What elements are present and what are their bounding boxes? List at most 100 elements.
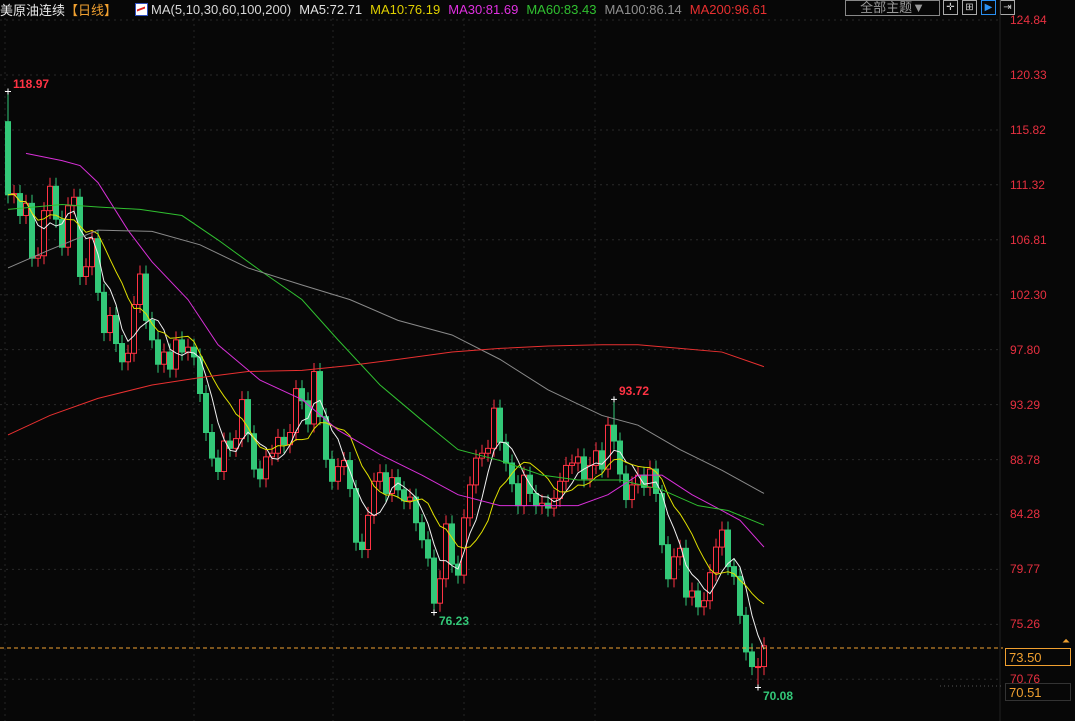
candle-down <box>725 529 731 568</box>
candle-up <box>671 556 677 580</box>
candle-down <box>419 522 425 541</box>
y-tick-label: 120.33 <box>1010 67 1047 82</box>
candle-up <box>719 529 725 548</box>
candle-up <box>125 352 131 363</box>
candle-up <box>689 590 695 598</box>
candle-down <box>749 651 755 668</box>
candle-down <box>653 468 659 494</box>
candle-down <box>353 488 359 543</box>
candle-down <box>209 432 215 459</box>
price-annotation: 118.97 <box>13 76 50 91</box>
y-tick-label: 75.26 <box>1010 617 1041 632</box>
candle-up <box>587 464 593 480</box>
ma5-line <box>7 193 765 650</box>
candle-down <box>623 473 629 501</box>
candle-down <box>401 489 407 502</box>
candle-up <box>233 438 239 449</box>
candle-up <box>521 474 527 507</box>
y-tick-label: 106.81 <box>1010 232 1047 247</box>
candle-down <box>665 544 671 580</box>
candle-down <box>533 492 539 507</box>
y-tick-label: 111.32 <box>1010 177 1045 192</box>
candle-down <box>215 457 221 473</box>
candle-down <box>743 614 749 653</box>
candle-up <box>221 440 227 473</box>
candle-down <box>383 472 389 494</box>
candle-down <box>179 339 185 353</box>
candle-down <box>29 202 35 259</box>
candle-down <box>317 371 323 418</box>
y-tick-label: 124.84 <box>1010 13 1047 27</box>
candle-up <box>713 546 719 574</box>
y-tick-label: 102.30 <box>1010 287 1047 302</box>
candle-down <box>95 238 101 293</box>
y-tick-label: 88.78 <box>1010 452 1041 467</box>
candle-down <box>329 458 335 482</box>
y-tick-label: 97.80 <box>1010 342 1041 357</box>
price-annotation: 70.08 <box>763 688 794 703</box>
candle-down <box>257 468 263 480</box>
candle-up <box>605 424 611 470</box>
extreme-marker <box>755 684 761 691</box>
last-price-box: 73.50 <box>1005 648 1071 666</box>
candle-down <box>359 541 365 551</box>
candle-up <box>47 185 53 212</box>
candle-down <box>455 563 461 576</box>
candle-up <box>83 266 89 277</box>
candle-down <box>617 440 623 475</box>
candle-up <box>575 456 581 464</box>
candle-down <box>611 424 617 442</box>
candle-up <box>407 496 413 502</box>
candle-down <box>425 539 431 559</box>
y-tick-label: 84.28 <box>1010 507 1041 522</box>
candle-up <box>701 600 707 608</box>
candle-up <box>311 371 317 425</box>
candle-up <box>107 314 113 334</box>
candlestick-chart[interactable] <box>0 0 1075 721</box>
candle-down <box>191 346 197 358</box>
candle-down <box>683 547 689 598</box>
candle-up <box>755 666 761 669</box>
candle-up <box>629 484 635 501</box>
y-tick-label: 79.77 <box>1010 562 1041 577</box>
candle-up <box>707 572 713 602</box>
candle-down <box>17 193 23 217</box>
cursor-price-box: 70.51 <box>1005 683 1071 701</box>
candle-up <box>71 196 77 207</box>
ma10-line <box>7 193 765 605</box>
candle-down <box>245 399 251 435</box>
candle-down <box>53 185 59 220</box>
candle-up <box>647 468 653 488</box>
candle-down <box>515 483 521 507</box>
candle-down <box>449 523 455 565</box>
candle-up <box>437 578 443 604</box>
candle-up <box>569 462 575 466</box>
extreme-marker <box>431 609 437 616</box>
candle-down <box>101 291 107 334</box>
candle-up <box>365 514 371 551</box>
candle-up <box>131 304 137 354</box>
candle-down <box>347 460 353 490</box>
candle-down <box>281 436 287 446</box>
extreme-marker <box>611 396 617 403</box>
candle-up <box>377 472 383 482</box>
candle-down <box>167 351 173 370</box>
extreme-marker <box>5 88 11 95</box>
candle-up <box>467 484 473 519</box>
candle-up <box>473 457 479 486</box>
candle-up <box>263 456 269 480</box>
candle-down <box>431 557 437 604</box>
candle-up <box>557 480 563 499</box>
candle-up <box>293 388 299 434</box>
candle-up <box>173 339 179 370</box>
scroll-up-icon[interactable]: ⏶ <box>1062 636 1070 647</box>
candle-down <box>155 339 161 365</box>
candle-down <box>119 343 125 363</box>
candle-up <box>161 351 167 365</box>
y-tick-label: 93.29 <box>1010 397 1041 412</box>
candle-up <box>65 205 71 248</box>
candle-up <box>335 466 341 482</box>
price-annotation: 76.23 <box>439 613 470 628</box>
candle-up <box>485 447 491 454</box>
candle-down <box>203 393 209 434</box>
